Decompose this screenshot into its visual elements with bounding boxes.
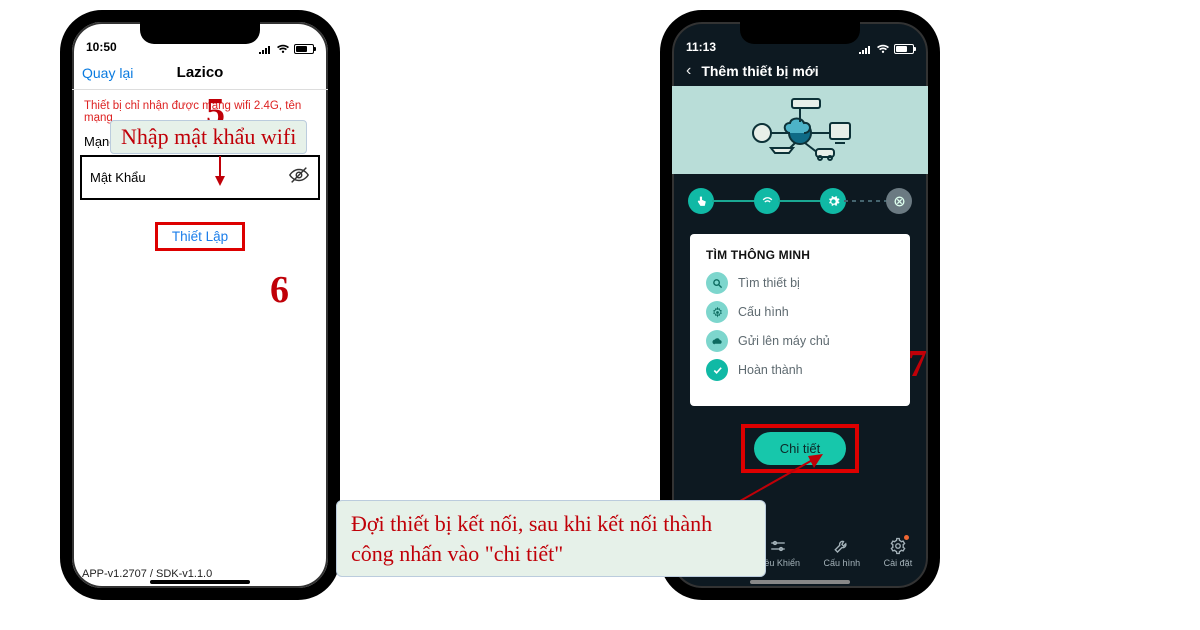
annotation-note-5: Nhập mật khẩu wifi — [110, 120, 307, 154]
visibility-toggle-icon[interactable] — [288, 164, 310, 191]
notch — [740, 22, 860, 44]
cell-signal-icon — [258, 44, 272, 54]
list-item: Cấu hình — [706, 301, 894, 323]
home-indicator — [750, 580, 850, 584]
cloud-upload-icon — [706, 330, 728, 352]
step-final-icon — [886, 188, 912, 214]
gear-icon — [889, 537, 907, 555]
step-touch-icon — [688, 188, 714, 214]
list-item: Tìm thiết bị — [706, 272, 894, 294]
tab-label: Cấu hình — [824, 558, 861, 568]
version-footer: APP-v1.2707 / SDK-v1.1.0 — [82, 568, 212, 580]
phone-left: 10:50 Quay lại Lazico Thiết bị chỉ nhận … — [60, 10, 340, 600]
status-icons — [258, 44, 314, 54]
status-icons — [858, 44, 914, 54]
back-chevron-icon[interactable]: ‹ — [686, 62, 691, 80]
smart-search-card: TÌM THÔNG MINH Tìm thiết bị Cấu hình Gửi… — [690, 234, 910, 406]
check-icon — [706, 359, 728, 381]
page-title: Thêm thiết bị mới — [701, 63, 818, 79]
arrow-icon — [210, 154, 230, 188]
step-progress — [672, 174, 928, 228]
header: ‹ Thêm thiết bị mới — [672, 56, 928, 86]
home-indicator — [150, 580, 250, 584]
wifi-icon — [876, 44, 890, 54]
list-item: Gửi lên máy chủ — [706, 330, 894, 352]
step-gear-icon — [820, 188, 846, 214]
page-title: Lazico — [177, 64, 224, 81]
wrench-icon — [833, 537, 851, 555]
notch — [140, 22, 260, 44]
hero-illustration — [672, 86, 928, 174]
back-button[interactable]: Quay lại — [82, 65, 133, 81]
annotation-step-6: 6 — [270, 268, 289, 312]
notification-dot-icon — [904, 535, 909, 540]
wifi-icon — [276, 44, 290, 54]
status-time: 10:50 — [86, 40, 117, 54]
annotation-note-7: Đợi thiết bị kết nối, sau khi kết nối th… — [336, 500, 766, 577]
battery-icon — [294, 44, 314, 54]
setup-button[interactable]: Thiết Lập — [155, 222, 245, 251]
battery-icon — [894, 44, 914, 54]
password-row[interactable]: Mật Khẩu — [80, 155, 320, 200]
status-time: 11:13 — [686, 40, 716, 54]
gear-icon — [706, 301, 728, 323]
cell-signal-icon — [858, 44, 872, 54]
password-label: Mật Khẩu — [90, 170, 146, 185]
list-item: Hoàn thành — [706, 359, 894, 381]
row-label: Cấu hình — [738, 305, 789, 319]
step-wifi-icon — [754, 188, 780, 214]
tab-config[interactable]: Cấu hình — [824, 537, 861, 568]
sliders-icon — [769, 537, 787, 555]
row-label: Tìm thiết bị — [738, 276, 800, 290]
row-label: Hoàn thành — [738, 363, 803, 377]
card-title: TÌM THÔNG MINH — [706, 248, 894, 262]
nav-bar: Quay lại Lazico — [72, 56, 328, 90]
tab-settings[interactable]: Cài đặt — [884, 537, 913, 568]
annotation-step-7: 7 — [908, 342, 927, 386]
row-label: Gửi lên máy chủ — [738, 334, 830, 348]
tab-label: Cài đặt — [884, 558, 913, 568]
search-icon — [706, 272, 728, 294]
